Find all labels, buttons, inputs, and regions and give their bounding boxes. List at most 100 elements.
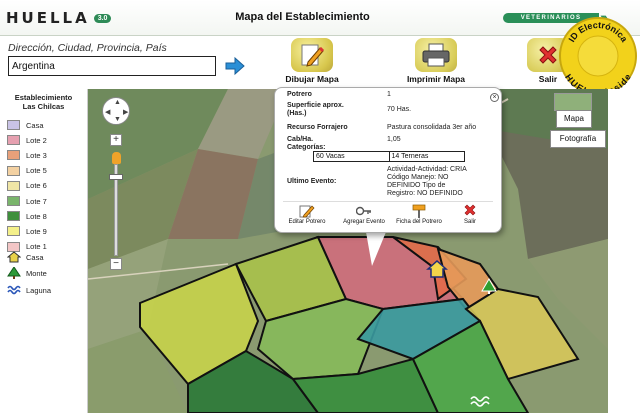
recurso-key: Recurso Forrajero	[287, 124, 348, 131]
zoom-slider-handle[interactable]	[109, 174, 123, 180]
legend-label: Lote 1	[26, 242, 47, 252]
legend-swatch	[7, 150, 20, 161]
legend-item[interactable]: Lote 9	[7, 225, 47, 237]
superficie-key-line2: (Has.)	[287, 110, 307, 117]
evento-line: DEFINIDO Tipo de	[387, 182, 446, 189]
print-map-button[interactable]: Imprimir Mapa	[400, 38, 472, 88]
legend-label: Lote 5	[26, 166, 47, 176]
edit-lot-button[interactable]: Editar Potrero	[283, 204, 331, 225]
legend-item[interactable]: Lote 8	[7, 210, 47, 222]
legend-swatch	[7, 120, 20, 130]
legend-label: Casa	[26, 252, 44, 262]
pan-left-icon[interactable]: ◀	[105, 108, 110, 116]
legend-label: Casa	[26, 120, 44, 130]
legend-label: Lote 6	[26, 181, 47, 191]
legend-swatch	[7, 226, 20, 237]
legend-item[interactable]: Lote 3	[7, 149, 47, 161]
category-cell: 60 Vacas	[316, 153, 345, 160]
evento-line: Código Manejo: NO	[387, 174, 449, 181]
popup-close-button[interactable]: ×	[490, 93, 499, 102]
map-type-map-button[interactable]: Mapa	[556, 110, 592, 128]
potrero-value: 1	[387, 91, 391, 98]
add-event-label: Agregar Evento	[343, 219, 385, 225]
legend-swatch	[7, 180, 20, 191]
legend-item[interactable]: Casa	[7, 119, 44, 131]
zoom-in-button[interactable]: +	[110, 134, 122, 146]
potrero-key: Potrero	[287, 91, 312, 98]
evento-line: Registro: NO DEFINIDO	[387, 190, 463, 197]
legend-item[interactable]: Lote 2	[7, 134, 47, 146]
legend-item[interactable]: Lote 6	[7, 180, 47, 192]
legend-label: Lote 2	[26, 135, 47, 145]
add-event-button[interactable]: Agregar Evento	[339, 204, 389, 225]
categorias-key: Categorías:	[287, 144, 326, 151]
legend-item[interactable]: Lote 5	[7, 165, 47, 177]
id-electronica-seal: ID Electrónica HUELLA inside	[556, 12, 640, 98]
establishment-title-line2: Las Chilcas	[22, 102, 65, 111]
key-icon	[356, 206, 371, 216]
legend-label: Lote 8	[26, 211, 47, 221]
cabha-key: Cab/Ha.	[287, 136, 314, 143]
popup-exit-button[interactable]: Salir	[455, 204, 485, 225]
superficie-value: 70 Has.	[387, 106, 412, 113]
legend-swatch	[7, 196, 20, 206]
legend-swatch	[7, 211, 20, 222]
zoom-out-button[interactable]: −	[110, 258, 122, 270]
legend-label: Lote 9	[26, 226, 47, 236]
lot-record-button[interactable]: Ficha del Potrero	[393, 204, 445, 225]
exit-label: Salir	[538, 74, 558, 84]
edit-lot-label: Editar Potrero	[288, 219, 326, 225]
legend-label: Laguna	[26, 285, 52, 295]
legend-label: Monte	[26, 268, 47, 278]
map-type-photo-button[interactable]: Fotografía	[550, 130, 606, 148]
recurso-value: Pastura consolidada 3er año	[387, 124, 477, 131]
superficie-key-line1: Superficie aprox.	[287, 102, 344, 109]
printer-icon	[415, 38, 457, 72]
print-map-label: Imprimir Mapa	[406, 74, 466, 84]
legend-sidebar: Establecimiento Las Chilcas Casa Lote 2 Lo…	[0, 89, 88, 413]
lot-record-label: Ficha del Potrero	[396, 219, 442, 225]
ultimo-evento-key: Ultimo Evento:	[287, 178, 337, 185]
legend-swatch	[7, 165, 20, 176]
pan-control[interactable]: ▲ ▼ ◀ ▶	[102, 97, 130, 125]
arrow-right-icon	[225, 56, 245, 76]
water-icon	[7, 285, 21, 295]
house-icon	[7, 251, 21, 263]
pan-down-icon[interactable]: ▼	[114, 116, 121, 123]
pan-up-icon[interactable]: ▲	[114, 99, 121, 106]
legend-item[interactable]: Lote 7	[7, 195, 47, 207]
draw-map-button[interactable]: Dibujar Mapa	[282, 38, 342, 88]
street-view-pegman-icon[interactable]	[112, 152, 121, 164]
legend-swatch	[7, 135, 20, 146]
legend-item-casa-icon[interactable]: Casa	[7, 251, 44, 263]
establishment-title: Establecimiento Las Chilcas	[0, 93, 87, 111]
search-go-button[interactable]	[224, 56, 246, 76]
draw-map-label: Dibujar Mapa	[285, 74, 339, 84]
ultimo-evento-value: Actividad-Actividad: CRIA Código Manejo:…	[387, 166, 467, 198]
cabha-value: 1,05	[387, 136, 401, 143]
edit-pencil-icon	[299, 205, 315, 218]
popup-actions: Editar Potrero Agregar Evento Ficha del …	[283, 201, 493, 229]
address-input[interactable]	[8, 56, 216, 76]
legend-label: Lote 7	[26, 196, 47, 206]
pan-right-icon[interactable]: ▶	[123, 108, 128, 116]
map-type-thumbnail[interactable]	[554, 93, 592, 111]
superficie-key: Superficie aprox. (Has.)	[287, 102, 344, 118]
popup-exit-label: Salir	[463, 219, 476, 225]
signpost-icon	[412, 204, 426, 218]
categories-table: 60 Vacas 14 Terneras	[313, 151, 465, 162]
app-window: HUELLA 3.0 Mapa del Establecimiento VETE…	[0, 0, 640, 413]
tree-icon	[7, 267, 21, 279]
popup-pointer	[366, 232, 386, 266]
legend-item-laguna[interactable]: Laguna	[7, 284, 51, 296]
category-cell: 14 Terneras	[388, 152, 465, 161]
legend-item-monte[interactable]: Monte	[7, 267, 47, 279]
establishment-title-line1: Establecimiento	[14, 93, 73, 102]
top-header: HUELLA 3.0 Mapa del Establecimiento VETE…	[0, 0, 640, 36]
evento-line: Actividad-Actividad: CRIA	[387, 166, 467, 173]
pencil-icon	[291, 38, 333, 72]
close-x-icon	[464, 204, 476, 216]
address-label: Dirección, Ciudad, Provincia, País	[8, 42, 167, 54]
right-margin	[608, 89, 640, 413]
legend-label: Lote 3	[26, 150, 47, 160]
